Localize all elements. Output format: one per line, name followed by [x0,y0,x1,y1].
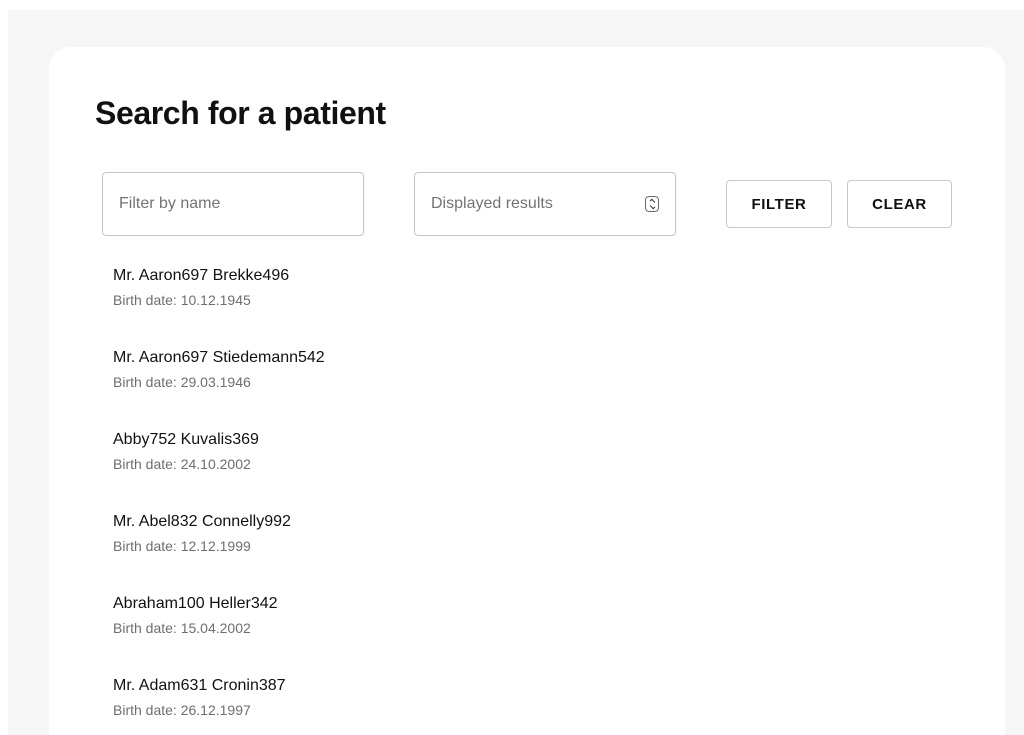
displayed-results-input[interactable] [415,173,675,235]
patient-list: Mr. Aaron697 Brekke496 Birth date: 10.12… [113,265,325,735]
number-stepper-icon[interactable] [645,196,659,212]
patient-birth-date: Birth date: 26.12.1997 [113,702,251,718]
patient-list-item[interactable]: Mr. Aaron697 Brekke496 Birth date: 10.12… [113,265,325,347]
patient-birth-date: Birth date: 12.12.1999 [113,538,251,554]
patient-list-item[interactable]: Mr. Adam631 Cronin387 Birth date: 26.12.… [113,675,325,735]
patient-list-item[interactable]: Mr. Abel832 Connelly992 Birth date: 12.1… [113,511,325,593]
filter-button[interactable]: FILTER [726,180,832,228]
patient-birth-date: Birth date: 24.10.2002 [113,456,251,472]
patient-name: Mr. Aaron697 Brekke496 [113,267,290,284]
chevron-down-icon[interactable] [649,203,655,210]
patient-name: Mr. Aaron697 Stiedemann542 [113,349,325,366]
displayed-results-field[interactable] [414,172,676,236]
patient-name: Abraham100 Heller342 [113,595,278,612]
name-filter-input[interactable] [103,173,363,235]
clear-button[interactable]: CLEAR [847,180,952,228]
search-card: Search for a patient FILTER CLEAR Mr. Aa… [49,47,1005,735]
patient-name: Mr. Adam631 Cronin387 [113,677,286,694]
patient-birth-date: Birth date: 29.03.1946 [113,374,251,390]
name-filter-field[interactable] [102,172,364,236]
page-title: Search for a patient [95,95,386,131]
patient-list-item[interactable]: Mr. Aaron697 Stiedemann542 Birth date: 2… [113,347,325,429]
page: Search for a patient FILTER CLEAR Mr. Aa… [0,0,1024,735]
patient-name: Mr. Abel832 Connelly992 [113,513,291,530]
patient-name: Abby752 Kuvalis369 [113,431,259,448]
patient-list-item[interactable]: Abraham100 Heller342 Birth date: 15.04.2… [113,593,325,675]
patient-birth-date: Birth date: 10.12.1945 [113,292,251,308]
patient-list-item[interactable]: Abby752 Kuvalis369 Birth date: 24.10.200… [113,429,325,511]
patient-birth-date: Birth date: 15.04.2002 [113,620,251,636]
